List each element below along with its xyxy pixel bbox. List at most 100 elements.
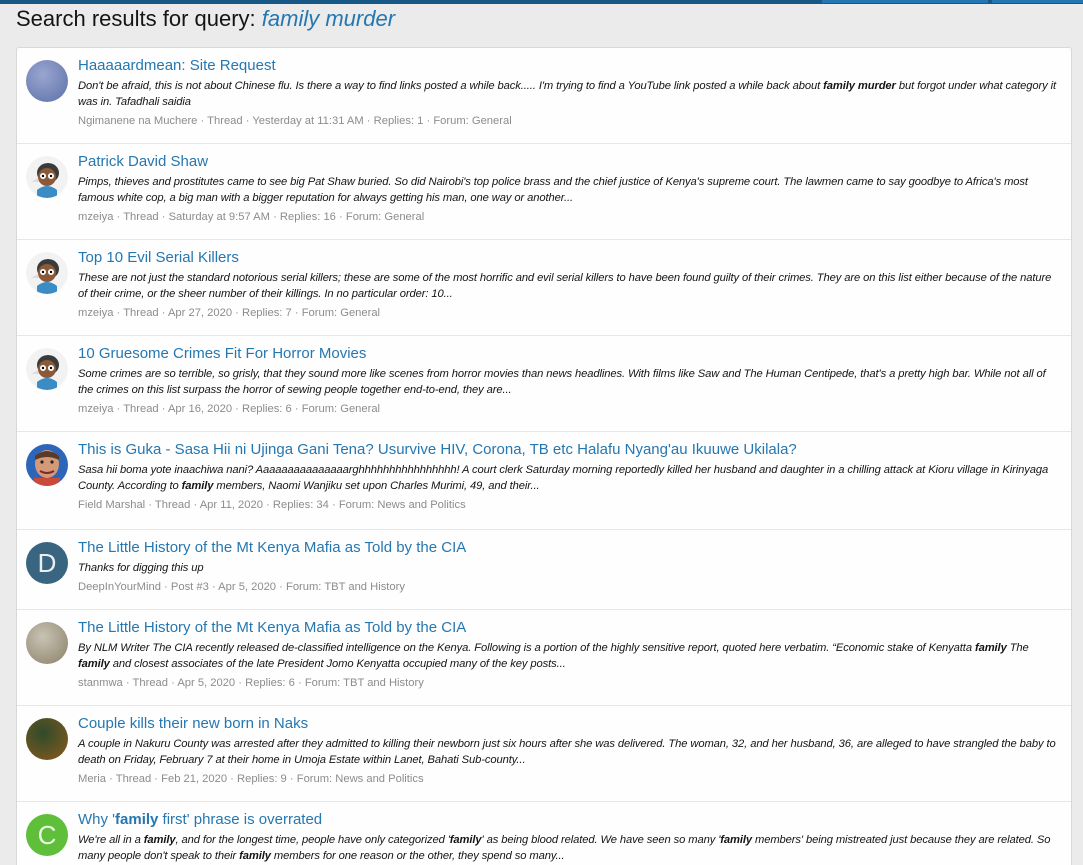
meta-separator: · [113,211,124,223]
result-title-link[interactable]: The Little History of the Mt Kenya Mafia… [78,619,1063,637]
result-date[interactable]: Apr 11, 2020 [200,499,263,511]
result-replies: Replies: 34 [272,499,329,511]
result-meta: stanmwa · Thread · Apr 5, 2020 · Replies… [78,675,1063,691]
meta-separator: · [105,773,116,785]
result-title-link[interactable]: 10 Gruesome Crimes Fit For Horror Movies [78,345,1063,363]
meta-separator: · [291,307,302,319]
meta-separator: · [158,307,168,319]
page-title: Search results for query: family murder [16,6,395,32]
result-title-link[interactable]: Why 'family first' phrase is overrated [78,811,1063,829]
result-type: Post #3 [170,581,209,593]
result-snippet: A couple in Nakuru County was arrested a… [78,738,1056,766]
search-results-list: Haaaaardmean: Site Request Don't be afrai… [16,47,1072,865]
result-type: Thread [207,115,243,127]
meta-separator: · [113,403,124,415]
result-date[interactable]: Yesterday at 11:31 AM [252,115,363,127]
result-meta: mzeiya · Thread · Saturday at 9:57 AM · … [78,209,1063,225]
user-avatar[interactable] [26,348,68,390]
meta-separator: · [328,499,339,511]
result-replies: Replies: 6 [242,403,292,415]
search-result-item: Patrick David Shaw Pimps, thieves and pro… [17,144,1071,240]
meta-separator: · [286,773,297,785]
result-forum-link[interactable]: Forum: TBT and History [305,677,424,689]
result-date[interactable]: Apr 5, 2020 [218,581,276,593]
nav-tab-indicator[interactable] [822,0,988,3]
meta-separator: · [158,403,168,415]
search-result-item: This is Guka - Sasa Hii ni Ujinga Gani T… [17,432,1071,530]
meta-separator: · [235,677,246,689]
result-author-link[interactable]: DeepInYourMind [78,581,161,593]
search-result-item: Top 10 Evil Serial Killers These are not … [17,240,1071,336]
meta-separator: · [232,403,242,415]
result-type: Thread [123,211,159,223]
user-avatar[interactable] [26,252,68,294]
result-type: Thread [132,677,168,689]
result-type: Thread [154,499,191,511]
result-date[interactable]: Apr 5, 2020 [177,677,235,689]
result-meta: Ngimanene na Muchere · Thread · Yesterda… [78,113,1063,129]
result-snippet: Thanks for digging this up [78,562,204,574]
result-author-link[interactable]: mzeiya [78,211,113,223]
result-forum-link[interactable]: Forum: News and Politics [297,773,424,785]
result-title-link[interactable]: This is Guka - Sasa Hii ni Ujinga Gani T… [78,441,1063,459]
result-snippet: Sasa hii boma yote inaachiwa nani? Aaaaa… [78,464,1049,492]
meta-separator: · [122,677,133,689]
result-forum-link[interactable]: Forum: News and Politics [339,499,466,511]
meta-separator: · [190,499,200,511]
result-snippet: Pimps, thieves and prostitutes came to s… [78,176,1028,204]
result-forum-link[interactable]: Forum: General [302,307,380,319]
user-avatar[interactable]: D [26,542,68,584]
user-avatar[interactable] [26,156,68,198]
meta-separator: · [167,677,178,689]
user-avatar[interactable] [26,444,68,486]
meta-separator: · [269,211,280,223]
meta-separator: · [262,499,273,511]
result-author-link[interactable]: Meria [78,773,106,785]
result-forum-link[interactable]: Forum: TBT and History [286,581,405,593]
result-author-link[interactable]: mzeiya [78,307,113,319]
result-replies: Replies: 1 [373,115,424,127]
result-title-link[interactable]: Top 10 Evil Serial Killers [78,249,1063,267]
meta-separator: · [276,581,286,593]
result-title-link[interactable]: The Little History of the Mt Kenya Mafia… [78,539,1063,557]
meta-separator: · [113,307,124,319]
result-date[interactable]: Saturday at 9:57 AM [169,211,270,223]
result-forum-link[interactable]: Forum: General [346,211,424,223]
result-author-link[interactable]: mzeiya [78,403,113,415]
result-author-link[interactable]: Ngimanene na Muchere [78,115,197,127]
result-replies: Replies: 7 [242,307,292,319]
result-date[interactable]: Apr 16, 2020 [168,403,232,415]
meta-separator: · [197,115,208,127]
result-snippet: Don't be afraid, this is not about Chine… [78,80,1056,108]
result-replies: Replies: 6 [245,677,295,689]
result-snippet: We're all in a family, and for the longe… [78,834,1051,862]
result-author-link[interactable]: stanmwa [78,677,123,689]
meta-separator: · [363,115,374,127]
result-replies: Replies: 16 [279,211,336,223]
result-snippet: Some crimes are so terrible, so grisly, … [78,368,1046,396]
nav-tab-indicator-2[interactable] [992,0,1083,3]
result-meta: Field Marshal · Thread · Apr 11, 2020 · … [78,497,1063,513]
result-title-link[interactable]: Haaaaardmean: Site Request [78,57,1063,75]
result-replies: Replies: 9 [237,773,287,785]
result-type: Thread [123,307,159,319]
user-avatar[interactable] [26,622,68,664]
user-avatar[interactable] [26,60,68,102]
result-meta: Meria · Thread · Feb 21, 2020 · Replies:… [78,771,1063,787]
search-result-item: C Why 'family first' phrase is overrated W… [17,802,1071,865]
user-avatar[interactable]: C [26,814,68,856]
search-query: family murder [261,6,396,31]
meta-separator: · [145,499,155,511]
meta-separator: · [151,773,162,785]
result-type: Thread [115,773,152,785]
result-author-link[interactable]: Field Marshal [78,499,145,511]
result-forum-link[interactable]: Forum: General [433,115,511,127]
result-title-link[interactable]: Couple kills their new born in Naks [78,715,1063,733]
result-date[interactable]: Feb 21, 2020 [161,773,227,785]
result-date[interactable]: Apr 27, 2020 [168,307,232,319]
search-result-item: Haaaaardmean: Site Request Don't be afrai… [17,48,1071,144]
user-avatar[interactable] [26,718,68,760]
result-snippet: By NLM Writer The CIA recently released … [78,642,1029,670]
result-title-link[interactable]: Patrick David Shaw [78,153,1063,171]
result-forum-link[interactable]: Forum: General [302,403,380,415]
